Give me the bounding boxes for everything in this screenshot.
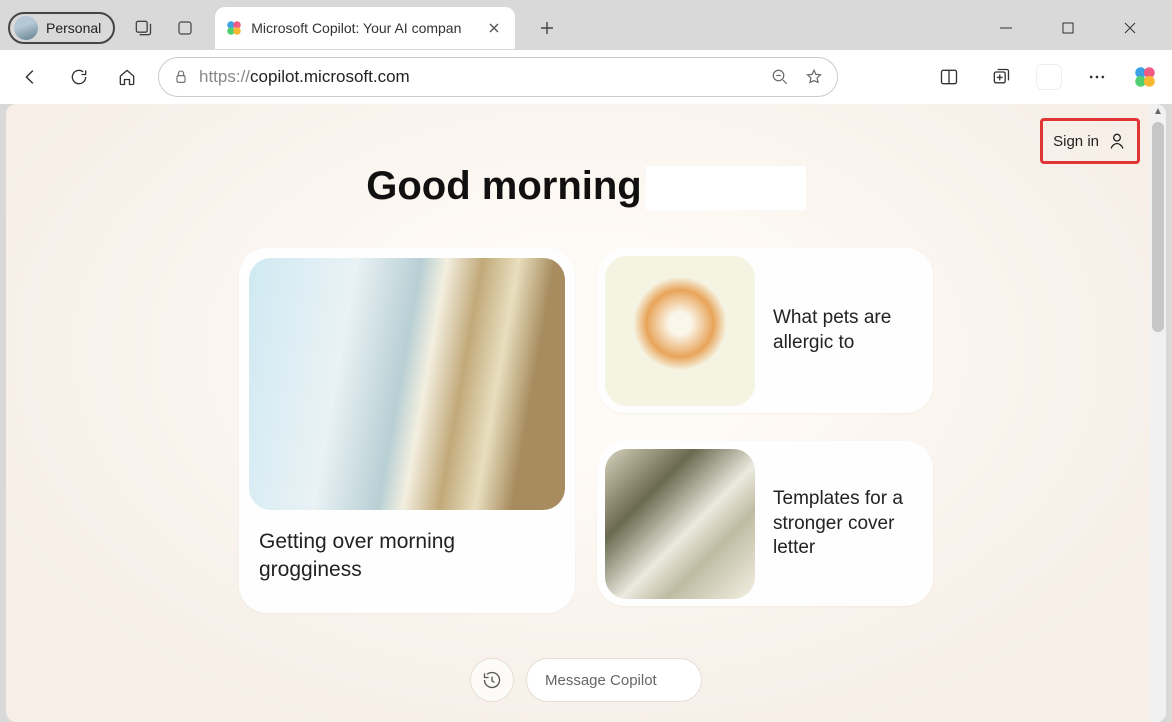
sign-in-label: Sign in xyxy=(1053,133,1099,150)
profile-switcher[interactable]: Personal xyxy=(8,12,115,44)
home-button[interactable] xyxy=(110,60,144,94)
close-window-button[interactable] xyxy=(1114,12,1146,44)
history-button[interactable] xyxy=(470,658,514,702)
card-title: What pets are allergic to xyxy=(773,306,925,355)
redacted-name xyxy=(646,166,806,210)
extension-placeholder[interactable] xyxy=(1036,64,1062,90)
url-text: https://copilot.microsoft.com xyxy=(199,67,410,87)
greeting-heading: Good morning xyxy=(6,164,1166,210)
maximize-button[interactable] xyxy=(1052,12,1084,44)
card-title: Getting over morning grogginess xyxy=(249,510,565,603)
lock-icon xyxy=(173,69,189,85)
avatar-icon xyxy=(14,16,38,40)
message-placeholder: Message Copilot xyxy=(545,672,657,689)
suggestion-card-small-2[interactable]: Templates for a stronger cover letter xyxy=(597,441,933,606)
close-tab-button[interactable] xyxy=(483,17,505,39)
vertical-scrollbar[interactable]: ▲ xyxy=(1150,104,1166,722)
minimize-button[interactable] xyxy=(990,12,1022,44)
suggestion-cards: Getting over morning grogginess What pet… xyxy=(6,248,1166,613)
window-controls xyxy=(990,12,1164,44)
back-button[interactable] xyxy=(14,60,48,94)
card-title: Templates for a stronger cover letter xyxy=(773,487,925,561)
tab-actions-icon[interactable] xyxy=(171,14,199,42)
profile-label: Personal xyxy=(46,20,101,36)
browser-titlebar: Personal Microsoft Copilot: Your AI comp… xyxy=(0,0,1172,50)
tab-title: Microsoft Copilot: Your AI compan xyxy=(251,20,475,36)
copilot-sidebar-icon[interactable] xyxy=(1132,64,1158,90)
sign-in-highlight: Sign in xyxy=(1040,118,1140,164)
card-image-vase xyxy=(605,449,755,599)
workspaces-icon[interactable] xyxy=(129,14,157,42)
new-tab-button[interactable] xyxy=(533,14,561,42)
card-image-curtains xyxy=(249,258,565,510)
address-bar[interactable]: https://copilot.microsoft.com xyxy=(158,57,838,97)
collections-icon[interactable] xyxy=(984,60,1018,94)
suggestion-card-small-1[interactable]: What pets are allergic to xyxy=(597,248,933,413)
scroll-thumb[interactable] xyxy=(1152,122,1164,332)
sign-in-button[interactable]: Sign in xyxy=(1049,127,1131,155)
split-screen-icon[interactable] xyxy=(932,60,966,94)
more-menu-icon[interactable] xyxy=(1080,60,1114,94)
favorite-icon[interactable] xyxy=(805,68,823,86)
copilot-favicon-icon xyxy=(225,19,243,37)
composer-bar: Message Copilot xyxy=(470,658,702,702)
page-content: ▲ Sign in Good morning Getting over morn… xyxy=(6,104,1166,722)
suggestion-card-large[interactable]: Getting over morning grogginess xyxy=(239,248,575,613)
user-icon xyxy=(1107,131,1127,151)
scroll-up-icon[interactable]: ▲ xyxy=(1153,106,1163,117)
card-image-dog xyxy=(605,256,755,406)
browser-tab-active[interactable]: Microsoft Copilot: Your AI compan xyxy=(215,7,515,49)
refresh-button[interactable] xyxy=(62,60,96,94)
message-input[interactable]: Message Copilot xyxy=(526,658,702,702)
browser-toolbar: https://copilot.microsoft.com xyxy=(0,50,1172,104)
zoom-out-icon[interactable] xyxy=(771,68,789,86)
